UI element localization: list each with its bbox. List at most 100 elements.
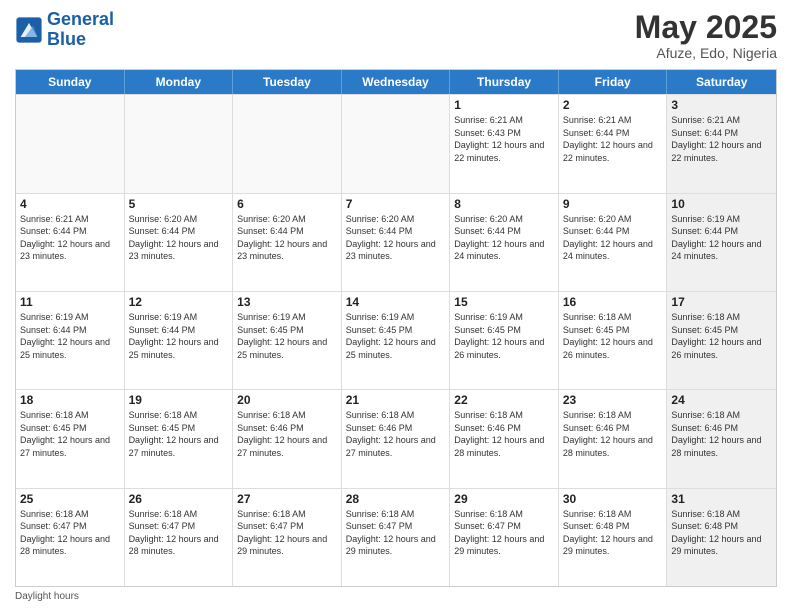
day-number: 22 — [454, 393, 554, 407]
cal-cell-20: 20 Sunrise: 6:18 AMSunset: 6:46 PMDayligh… — [233, 390, 342, 487]
cell-info: Sunrise: 6:20 AMSunset: 6:44 PMDaylight:… — [454, 213, 554, 263]
day-number: 12 — [129, 295, 229, 309]
cal-cell-22: 22 Sunrise: 6:18 AMSunset: 6:46 PMDayligh… — [450, 390, 559, 487]
cal-cell-15: 15 Sunrise: 6:19 AMSunset: 6:45 PMDayligh… — [450, 292, 559, 389]
logo: General Blue — [15, 10, 114, 50]
cell-info: Sunrise: 6:21 AMSunset: 6:44 PMDaylight:… — [20, 213, 120, 263]
day-number: 31 — [671, 492, 772, 506]
cal-cell-1: 1Sunrise: 6:21 AMSunset: 6:43 PMDaylight… — [450, 95, 559, 192]
day-number: 8 — [454, 197, 554, 211]
cal-cell-6: 6Sunrise: 6:20 AMSunset: 6:44 PMDaylight… — [233, 194, 342, 291]
cell-info: Sunrise: 6:18 AMSunset: 6:46 PMDaylight:… — [237, 409, 337, 459]
day-number: 5 — [129, 197, 229, 211]
page: General Blue May 2025 Afuze, Edo, Nigeri… — [0, 0, 792, 612]
day-number: 7 — [346, 197, 446, 211]
cell-info: Sunrise: 6:21 AMSunset: 6:44 PMDaylight:… — [671, 114, 772, 164]
logo-line2: Blue — [47, 29, 86, 49]
cal-cell-23: 23Sunrise: 6:18 AMSunset: 6:46 PMDayligh… — [559, 390, 668, 487]
header-friday: Friday — [559, 70, 668, 94]
cell-info: Sunrise: 6:19 AMSunset: 6:44 PMDaylight:… — [671, 213, 772, 263]
day-number: 21 — [346, 393, 446, 407]
cell-info: Sunrise: 6:18 AMSunset: 6:47 PMDaylight:… — [346, 508, 446, 558]
logo-text: General Blue — [47, 10, 114, 50]
day-number: 26 — [129, 492, 229, 506]
cell-info: Sunrise: 6:18 AMSunset: 6:45 PMDaylight:… — [563, 311, 663, 361]
day-number: 3 — [671, 98, 772, 112]
calendar: Sunday Monday Tuesday Wednesday Thursday… — [15, 69, 777, 587]
day-number: 18 — [20, 393, 120, 407]
cal-cell-24: 24 Sunrise: 6:18 AMSunset: 6:46 PMDayligh… — [667, 390, 776, 487]
cal-cell-3: 3 Sunrise: 6:21 AMSunset: 6:44 PMDaylight… — [667, 95, 776, 192]
main-title: May 2025 — [635, 10, 777, 45]
cal-cell-2: 2Sunrise: 6:21 AMSunset: 6:44 PMDaylight… — [559, 95, 668, 192]
cal-cell-28: 28 Sunrise: 6:18 AMSunset: 6:47 PMDayligh… — [342, 489, 451, 586]
cell-info: Sunrise: 6:18 AMSunset: 6:47 PMDaylight:… — [454, 508, 554, 558]
cal-cell-5: 5Sunrise: 6:20 AMSunset: 6:44 PMDaylight… — [125, 194, 234, 291]
cal-cell-31: 31 Sunrise: 6:18 AMSunset: 6:48 PMDayligh… — [667, 489, 776, 586]
footer-note: Daylight hours — [15, 591, 777, 602]
day-number: 10 — [671, 197, 772, 211]
day-number: 20 — [237, 393, 337, 407]
cal-cell-empty — [16, 95, 125, 192]
cell-info: Sunrise: 6:18 AMSunset: 6:47 PMDaylight:… — [237, 508, 337, 558]
cell-info: Sunrise: 6:18 AMSunset: 6:46 PMDaylight:… — [346, 409, 446, 459]
cal-cell-25: 25 Sunrise: 6:18 AMSunset: 6:47 PMDayligh… — [16, 489, 125, 586]
cal-cell-7: 7 Sunrise: 6:20 AMSunset: 6:44 PMDaylight… — [342, 194, 451, 291]
header-sunday: Sunday — [16, 70, 125, 94]
cal-cell-30: 30 Sunrise: 6:18 AMSunset: 6:48 PMDayligh… — [559, 489, 668, 586]
cal-cell-empty — [125, 95, 234, 192]
cal-cell-19: 19 Sunrise: 6:18 AMSunset: 6:45 PMDayligh… — [125, 390, 234, 487]
day-number: 30 — [563, 492, 663, 506]
calendar-week-5: 25 Sunrise: 6:18 AMSunset: 6:47 PMDayligh… — [16, 488, 776, 586]
cal-cell-16: 16 Sunrise: 6:18 AMSunset: 6:45 PMDayligh… — [559, 292, 668, 389]
cal-cell-empty — [342, 95, 451, 192]
cell-info: Sunrise: 6:18 AMSunset: 6:47 PMDaylight:… — [20, 508, 120, 558]
cell-info: Sunrise: 6:21 AMSunset: 6:44 PMDaylight:… — [563, 114, 663, 164]
cell-info: Sunrise: 6:19 AMSunset: 6:45 PMDaylight:… — [237, 311, 337, 361]
calendar-week-4: 18 Sunrise: 6:18 AMSunset: 6:45 PMDayligh… — [16, 389, 776, 487]
cal-cell-10: 10 Sunrise: 6:19 AMSunset: 6:44 PMDayligh… — [667, 194, 776, 291]
day-number: 23 — [563, 393, 663, 407]
day-number: 28 — [346, 492, 446, 506]
day-number: 25 — [20, 492, 120, 506]
cell-info: Sunrise: 6:18 AMSunset: 6:46 PMDaylight:… — [454, 409, 554, 459]
cell-info: Sunrise: 6:20 AMSunset: 6:44 PMDaylight:… — [346, 213, 446, 263]
calendar-header-row: Sunday Monday Tuesday Wednesday Thursday… — [16, 70, 776, 94]
calendar-week-2: 4Sunrise: 6:21 AMSunset: 6:44 PMDaylight… — [16, 193, 776, 291]
cal-cell-empty — [233, 95, 342, 192]
cell-info: Sunrise: 6:18 AMSunset: 6:45 PMDaylight:… — [20, 409, 120, 459]
header-wednesday: Wednesday — [342, 70, 451, 94]
title-block: May 2025 Afuze, Edo, Nigeria — [635, 10, 777, 61]
cell-info: Sunrise: 6:19 AMSunset: 6:45 PMDaylight:… — [454, 311, 554, 361]
cal-cell-12: 12 Sunrise: 6:19 AMSunset: 6:44 PMDayligh… — [125, 292, 234, 389]
subtitle: Afuze, Edo, Nigeria — [635, 45, 777, 61]
cell-info: Sunrise: 6:19 AMSunset: 6:45 PMDaylight:… — [346, 311, 446, 361]
calendar-week-3: 11 Sunrise: 6:19 AMSunset: 6:44 PMDayligh… — [16, 291, 776, 389]
cal-cell-9: 9Sunrise: 6:20 AMSunset: 6:44 PMDaylight… — [559, 194, 668, 291]
day-number: 15 — [454, 295, 554, 309]
day-number: 19 — [129, 393, 229, 407]
cell-info: Sunrise: 6:20 AMSunset: 6:44 PMDaylight:… — [563, 213, 663, 263]
header-saturday: Saturday — [667, 70, 776, 94]
cal-cell-21: 21 Sunrise: 6:18 AMSunset: 6:46 PMDayligh… — [342, 390, 451, 487]
cell-info: Sunrise: 6:18 AMSunset: 6:48 PMDaylight:… — [671, 508, 772, 558]
day-number: 29 — [454, 492, 554, 506]
cell-info: Sunrise: 6:18 AMSunset: 6:48 PMDaylight:… — [563, 508, 663, 558]
cell-info: Sunrise: 6:18 AMSunset: 6:45 PMDaylight:… — [129, 409, 229, 459]
cell-info: Sunrise: 6:18 AMSunset: 6:46 PMDaylight:… — [671, 409, 772, 459]
day-number: 27 — [237, 492, 337, 506]
cal-cell-11: 11Sunrise: 6:19 AMSunset: 6:44 PMDayligh… — [16, 292, 125, 389]
day-number: 11 — [20, 295, 120, 309]
cell-info: Sunrise: 6:19 AMSunset: 6:44 PMDaylight:… — [129, 311, 229, 361]
day-number: 16 — [563, 295, 663, 309]
footer-text: Daylight hours — [15, 591, 79, 602]
header-monday: Monday — [125, 70, 234, 94]
day-number: 17 — [671, 295, 772, 309]
day-number: 13 — [237, 295, 337, 309]
header-thursday: Thursday — [450, 70, 559, 94]
cal-cell-27: 27 Sunrise: 6:18 AMSunset: 6:47 PMDayligh… — [233, 489, 342, 586]
cal-cell-17: 17Sunrise: 6:18 AMSunset: 6:45 PMDayligh… — [667, 292, 776, 389]
day-number: 24 — [671, 393, 772, 407]
cell-info: Sunrise: 6:18 AMSunset: 6:47 PMDaylight:… — [129, 508, 229, 558]
cal-cell-13: 13 Sunrise: 6:19 AMSunset: 6:45 PMDayligh… — [233, 292, 342, 389]
